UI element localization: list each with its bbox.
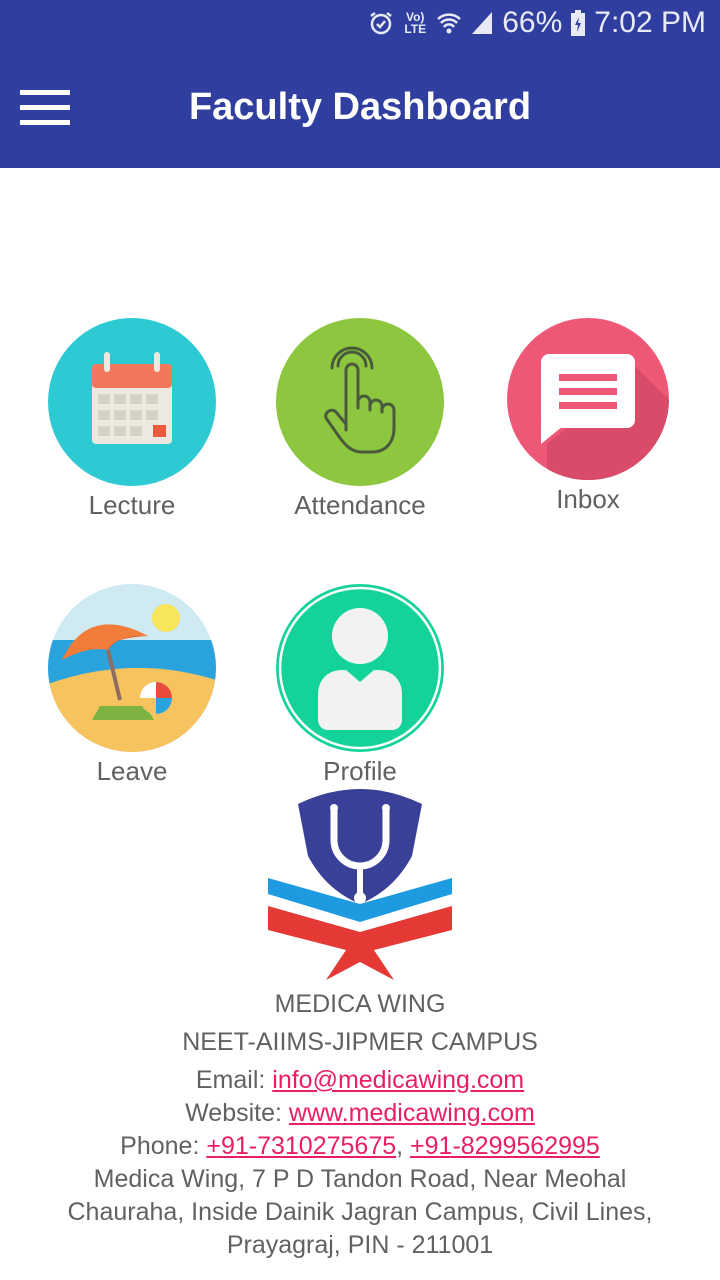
leave-label: Leave [96,756,168,786]
calendar-icon [48,318,216,486]
website-link[interactable]: www.medicawing.com [289,1099,535,1127]
phone-separator: , [396,1132,411,1160]
leave-tile[interactable]: Leave [18,584,246,787]
user-icon [276,584,444,752]
address-line-3: Prayagraj, PIN - 211001 [226,1231,494,1259]
beach-icon [48,584,216,752]
phone-line: Phone: +91-7310275675, +91-8299562995 [0,1132,720,1161]
campus-name: NEET-AIIMS-JIPMER CAMPUS [182,1028,538,1056]
medica-wing-logo [264,786,456,982]
page-title: Faculty Dashboard [188,86,532,128]
battery-icon [570,9,586,37]
address-line-1: Medica Wing, 7 P D Tandon Road, Near Meo… [93,1165,627,1193]
message-icon [507,318,669,480]
inbox-label: Inbox [556,484,620,514]
alarm-icon [368,10,394,36]
app-bar: Faculty Dashboard [0,50,720,168]
inbox-tile[interactable]: Inbox [474,318,702,515]
email-label: Email: [195,1066,273,1094]
status-bar: Vo) LTE 66% 7:02 PM [0,0,720,50]
phone-label: Phone: [120,1132,207,1160]
website-label: Website: [185,1099,289,1127]
phone-link-2[interactable]: +91-8299562995 [410,1132,600,1160]
wifi-icon [436,10,462,36]
attendance-tile[interactable]: Attendance [246,318,474,521]
website-line: Website: www.medicawing.com [0,1099,720,1128]
lecture-tile[interactable]: Lecture [18,318,246,521]
status-time: 7:02 PM [594,6,706,39]
email-link[interactable]: info@medicawing.com [272,1066,524,1094]
cell-signal-icon [470,10,494,36]
lecture-label: Lecture [88,490,176,520]
attendance-label: Attendance [294,490,426,520]
tap-hand-icon [276,318,444,486]
profile-tile[interactable]: Profile [246,584,474,787]
battery-percent: 66% [502,6,563,39]
profile-label: Profile [323,756,397,786]
email-line: Email: info@medicawing.com [0,1066,720,1095]
address-line-2: Chauraha, Inside Dainik Jagran Campus, C… [67,1198,653,1226]
volte-icon: Vo) LTE [404,10,427,36]
org-name: MEDICA WING [274,990,446,1018]
phone-link-1[interactable]: +91-7310275675 [206,1132,396,1160]
